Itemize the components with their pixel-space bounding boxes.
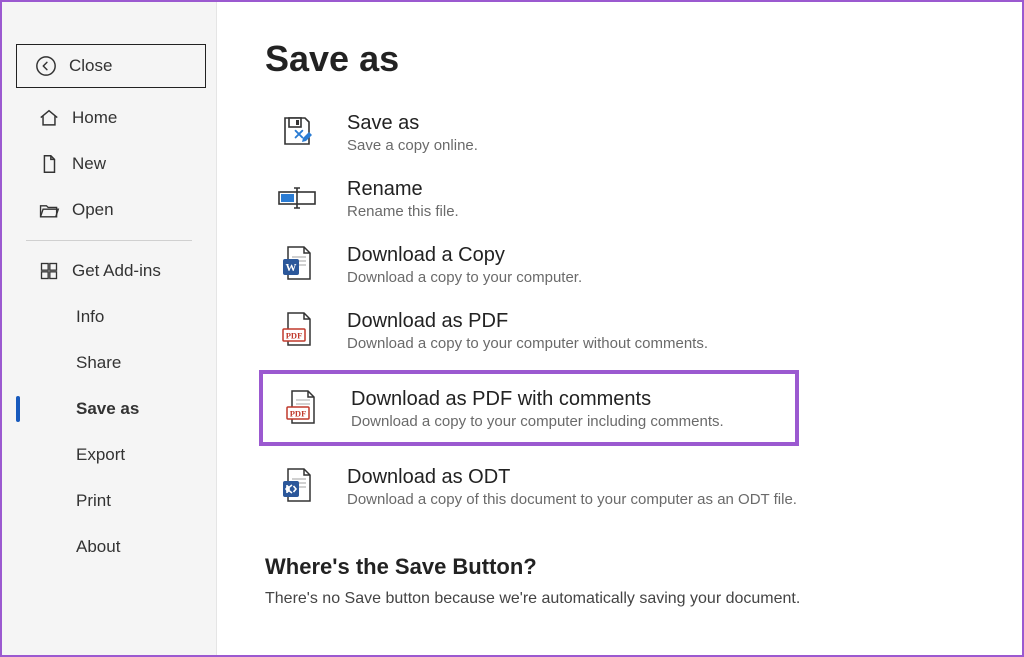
nav-close-label: Close: [69, 56, 112, 76]
option-download-copy[interactable]: W Download a Copy Download a copy to you…: [265, 238, 974, 290]
nav-open[interactable]: Open: [2, 188, 216, 232]
pdf-file-icon: PDF: [275, 308, 319, 352]
option-subtitle: Save a copy online.: [347, 137, 478, 154]
save-as-icon: [275, 110, 319, 154]
nav-open-label: Open: [72, 200, 114, 220]
save-options-list: Save as Save a copy online. Rename Renam…: [265, 106, 974, 512]
nav-addins[interactable]: Get Add-ins: [2, 249, 216, 293]
option-subtitle: Rename this file.: [347, 203, 459, 220]
nav-home[interactable]: Home: [2, 96, 216, 140]
option-download-odt[interactable]: Download as ODT Download a copy of this …: [265, 460, 974, 512]
option-rename[interactable]: Rename Rename this file.: [265, 172, 974, 224]
nav-close[interactable]: Close: [16, 44, 206, 88]
new-file-icon: [38, 153, 60, 175]
odt-file-icon: [275, 464, 319, 508]
nav-saveas[interactable]: Save as: [2, 387, 216, 431]
pdf-comments-file-icon: PDF: [279, 386, 323, 430]
option-title: Download as PDF with comments: [351, 388, 724, 411]
nav-about[interactable]: About: [2, 525, 216, 569]
option-subtitle: Download a copy to your computer.: [347, 269, 582, 286]
option-subtitle: Download a copy to your computer without…: [347, 335, 708, 352]
nav-about-label: About: [76, 537, 120, 557]
svg-text:W: W: [286, 262, 297, 274]
nav-share-label: Share: [76, 353, 121, 373]
nav-home-label: Home: [72, 108, 117, 128]
nav-saveas-label: Save as: [76, 399, 139, 419]
main-panel: Save as Save as Save a copy online.: [217, 2, 1022, 655]
page-title: Save as: [265, 38, 974, 80]
footer-note: Where's the Save Button? There's no Save…: [265, 554, 974, 608]
selection-indicator: [16, 396, 20, 422]
sidebar: Close Home New Open: [2, 2, 217, 655]
option-title: Save as: [347, 112, 478, 135]
nav-print[interactable]: Print: [2, 479, 216, 523]
nav-share[interactable]: Share: [2, 341, 216, 385]
nav-export-label: Export: [76, 445, 125, 465]
addins-icon: [38, 260, 60, 282]
footer-text: There's no Save button because we're aut…: [265, 590, 974, 608]
option-download-pdf-comments[interactable]: PDF Download as PDF with comments Downlo…: [269, 382, 791, 434]
option-save-as[interactable]: Save as Save a copy online.: [265, 106, 974, 158]
nav-new[interactable]: New: [2, 142, 216, 186]
nav-info-label: Info: [76, 307, 104, 327]
open-folder-icon: [38, 199, 60, 221]
nav-export[interactable]: Export: [2, 433, 216, 477]
option-subtitle: Download a copy to your computer includi…: [351, 413, 724, 430]
back-arrow-icon: [35, 55, 57, 77]
rename-icon: [275, 176, 319, 220]
option-download-pdf[interactable]: PDF Download as PDF Download a copy to y…: [265, 304, 974, 356]
svg-text:PDF: PDF: [290, 409, 307, 419]
nav-addins-label: Get Add-ins: [72, 261, 161, 281]
option-title: Download a Copy: [347, 244, 582, 267]
svg-text:PDF: PDF: [286, 331, 303, 341]
footer-title: Where's the Save Button?: [265, 554, 974, 580]
nav-new-label: New: [72, 154, 106, 174]
option-title: Rename: [347, 178, 459, 201]
nav-print-label: Print: [76, 491, 111, 511]
option-title: Download as PDF: [347, 310, 708, 333]
annotation-highlight: PDF Download as PDF with comments Downlo…: [259, 370, 799, 446]
home-icon: [38, 107, 60, 129]
word-file-icon: W: [275, 242, 319, 286]
option-title: Download as ODT: [347, 466, 797, 489]
option-subtitle: Download a copy of this document to your…: [347, 491, 797, 508]
nav-info[interactable]: Info: [2, 295, 216, 339]
sidebar-divider: [26, 240, 192, 241]
